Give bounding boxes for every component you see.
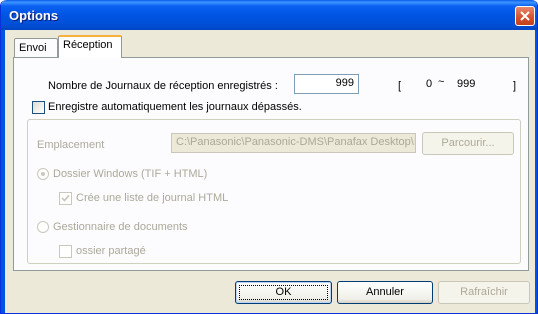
refresh-button-label: Rafraîchir [460,286,508,298]
windows-folder-radio[interactable] [37,168,49,180]
windows-folder-label: Dossier Windows (TIF + HTML) [53,168,208,180]
journals-count-value: 999 [335,77,354,89]
auto-save-checkbox[interactable] [32,101,45,114]
cancel-button[interactable]: Annuler [337,281,433,304]
cancel-button-label: Annuler [366,286,404,298]
location-path-value: C:\Panasonic\Panasonic-DMS\Panafax Deskt… [176,136,416,148]
shared-folder-label: ossier partagé [76,245,146,257]
journals-count-label: Nombre de Journaux de réception enregist… [48,80,278,92]
ok-button[interactable]: OK [235,281,332,304]
range-separator: ~ [438,76,445,88]
refresh-button[interactable]: Rafraîchir [438,281,530,304]
doc-manager-label: Gestionnaire de documents [53,221,188,233]
range-open-bracket: [ [398,80,402,92]
browse-button[interactable]: Parcourir... [422,132,514,155]
doc-manager-radio[interactable] [37,221,49,233]
options-dialog: Options Envoi Réception Nombre de Journa… [0,0,538,314]
browse-button-label: Parcourir... [441,137,495,149]
close-button[interactable] [515,6,535,26]
tab-reception-label: Réception [63,39,113,51]
shared-folder-checkbox[interactable] [59,245,72,258]
range-close-bracket: ] [513,80,517,92]
auto-save-label: Enregistre automatiquement les journaux … [48,101,302,113]
tab-envoi-label: Envoi [19,42,47,54]
window-title: Options [9,8,59,23]
focus-rectangle [239,285,328,300]
range-max: 999 [457,78,476,90]
journals-count-input[interactable]: 999 [294,74,359,94]
location-path-input[interactable]: C:\Panasonic\Panasonic-DMS\Panafax Deskt… [171,133,416,153]
tab-envoi[interactable]: Envoi [14,38,58,58]
range-min: 0 [426,78,433,90]
html-list-checkbox[interactable] [59,192,72,205]
radio-selected-dot [41,172,45,176]
title-bar[interactable]: Options [1,0,537,30]
location-label: Emplacement [37,139,105,151]
window-border-left [1,30,5,313]
tab-reception[interactable]: Réception [58,35,122,58]
html-list-label: Crée une liste de journal HTML [76,192,229,204]
